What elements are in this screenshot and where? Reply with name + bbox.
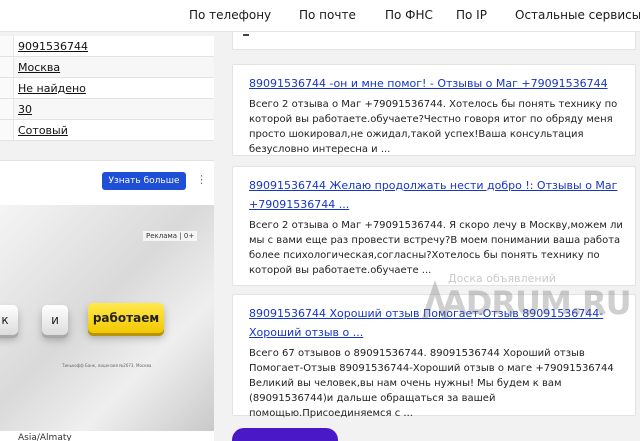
row-label-cell	[0, 99, 14, 119]
review-card: 89091536744 Желаю продолжать нести добро…	[232, 166, 636, 286]
ad-label-badge: Реклама | 0+	[143, 231, 198, 241]
info-value-phone[interactable]: 9091536744	[18, 40, 88, 53]
top-navigation: По телефону По почте По ФНС По IP Осталь…	[0, 0, 640, 32]
review-snippet: Всего 2 отзыва о Маг +79091536744. Хотел…	[249, 99, 618, 155]
review-card: 89091536744 Хороший отзыв Помогает-Отзыв…	[232, 294, 636, 419]
row-label-cell	[0, 78, 14, 98]
ad-block: Узнать больше ⋮ Реклама | 0+ к и работае…	[0, 160, 214, 441]
info-row-operator: Не найдено	[0, 78, 214, 99]
row-label-cell	[0, 57, 14, 77]
info-value-code[interactable]: 30	[18, 103, 32, 116]
nav-by-email[interactable]: По почте	[299, 8, 356, 22]
review-snippet: Всего 2 отзыва о Маг +79091536744. Я ско…	[249, 220, 623, 276]
info-row-phone: 9091536744	[0, 36, 214, 57]
review-card: 89091536744 -он и мне помог! - Отзывы о …	[232, 64, 636, 156]
dash-icon	[243, 34, 249, 36]
ad-key-2: и	[42, 305, 68, 335]
nav-other-services[interactable]: Остальные сервисы	[515, 8, 640, 22]
review-snippet: Всего 67 отзывов о 89091536744. 89091536…	[249, 348, 614, 419]
phone-info-table: 9091536744 Москва Не найдено 30 Сотовый	[0, 36, 214, 141]
nav-by-fns[interactable]: По ФНС	[385, 8, 433, 22]
previous-card-bottom	[232, 32, 636, 50]
ad-fine-print: Тинькофф Банк, лицензия №2673, Москва.	[62, 363, 153, 368]
ad-footer: Asia/Almaty	[0, 431, 214, 441]
info-row-code: 30	[0, 99, 214, 120]
row-label-cell	[0, 120, 14, 140]
nav-by-ip[interactable]: По IP	[456, 8, 487, 22]
info-value-type[interactable]: Сотовый	[18, 124, 68, 137]
review-title-link[interactable]: 89091536744 Желаю продолжать нести добро…	[249, 179, 617, 211]
info-value-region[interactable]: Москва	[18, 61, 60, 74]
info-value-not-found[interactable]: Не найдено	[18, 82, 86, 95]
ad-footer-text: Asia/Almaty	[18, 433, 72, 441]
row-label-cell	[0, 36, 14, 56]
purple-action-button[interactable]	[232, 428, 338, 441]
info-row-type: Сотовый	[0, 120, 214, 141]
ad-learn-more-button[interactable]: Узнать больше	[102, 172, 186, 190]
ad-key-yellow: работаем	[88, 303, 164, 333]
ad-image[interactable]: Реклама | 0+ к и работаем Тинькофф Банк,…	[0, 205, 214, 431]
more-vertical-icon[interactable]: ⋮	[196, 172, 207, 188]
review-title-link[interactable]: 89091536744 -он и мне помог! - Отзывы о …	[249, 77, 608, 90]
review-title-link[interactable]: 89091536744 Хороший отзыв Помогает-Отзыв…	[249, 307, 603, 339]
nav-by-phone[interactable]: По телефону	[189, 8, 271, 22]
reviews-column: 89091536744 -он и мне помог! - Отзывы о …	[222, 32, 640, 441]
info-row-region: Москва	[0, 57, 214, 78]
ad-key-1: к	[0, 305, 18, 335]
